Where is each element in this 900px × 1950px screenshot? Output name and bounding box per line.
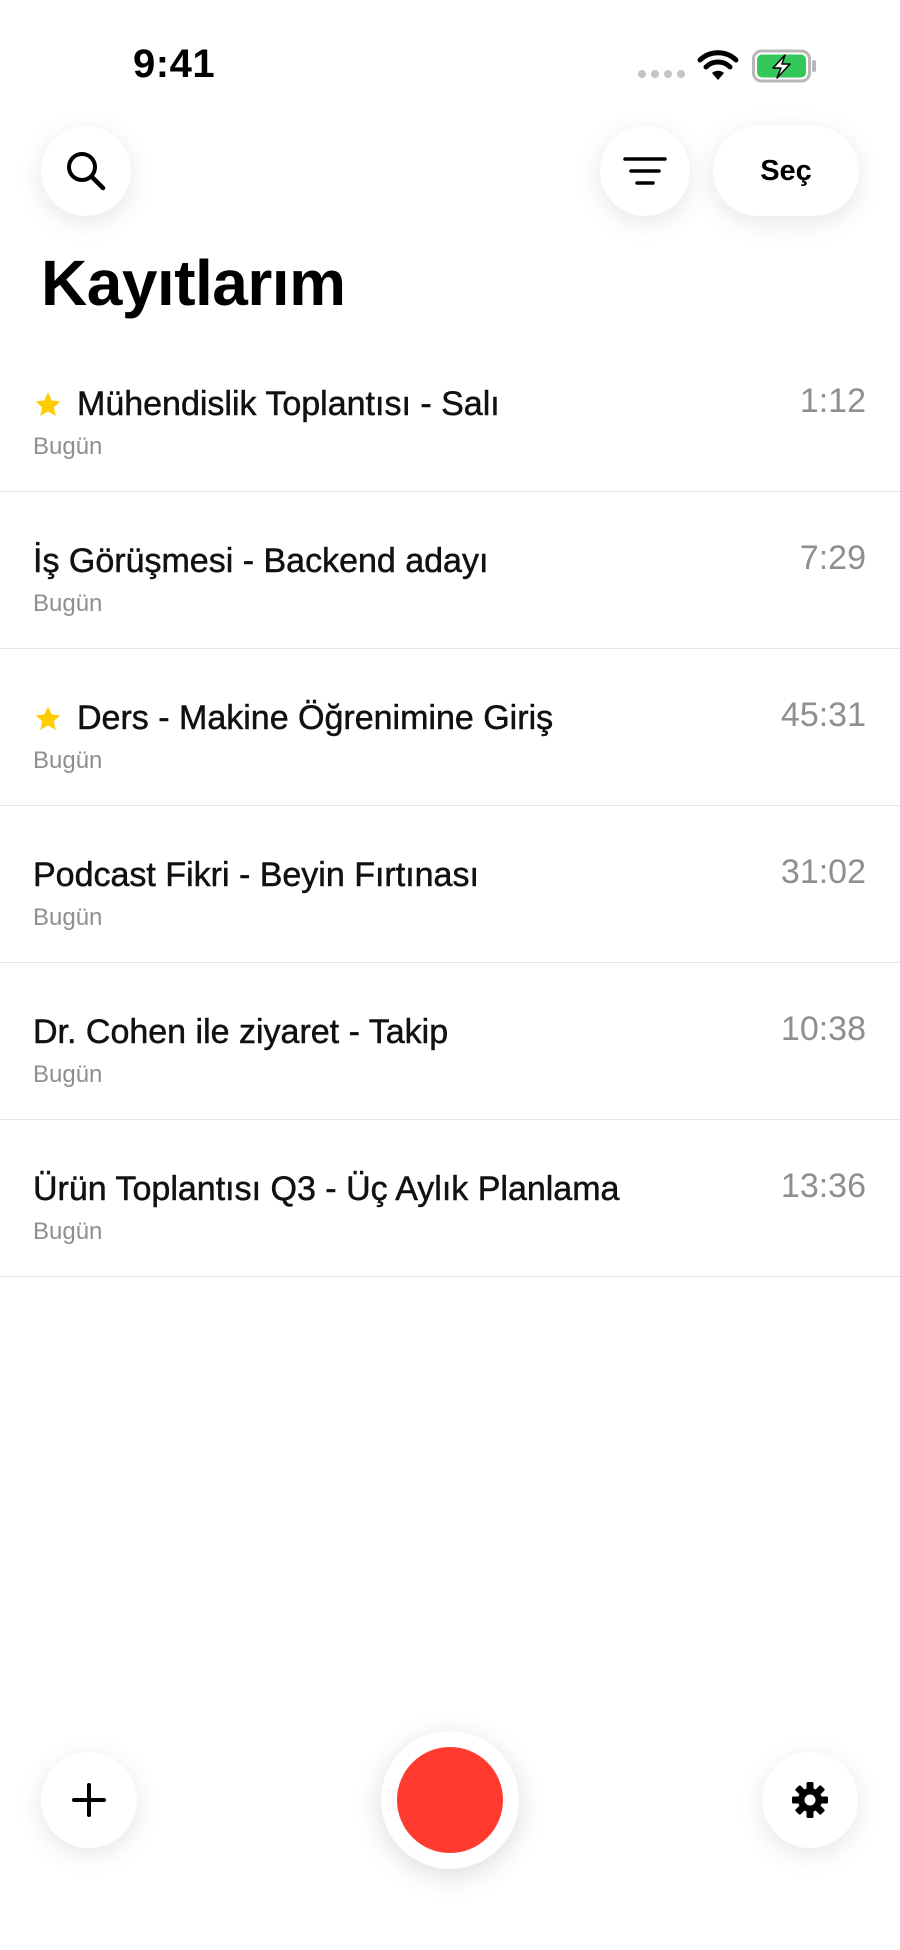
star-icon	[35, 705, 61, 730]
recording-title: Ürün Toplantısı Q3 - Üç Aylık Planlama	[33, 1170, 620, 1209]
search-icon	[67, 152, 106, 191]
recording-title: Mühendislik Toplantısı - Salı	[77, 385, 500, 424]
settings-button[interactable]	[762, 1752, 858, 1848]
status-time: 9:41	[133, 42, 216, 86]
recording-list: Mühendislik Toplantısı - Salı Bugün 1:12…	[0, 335, 900, 1277]
recording-duration: 10:38	[780, 1010, 866, 1048]
recording-item[interactable]: İş Görüşmesi - Backend adayı Bugün 7:29	[0, 492, 900, 649]
cellular-signal-icon	[638, 70, 685, 78]
recording-item[interactable]: Podcast Fikri - Beyin Fırtınası Bugün 31…	[0, 806, 900, 963]
recording-title-row: Mühendislik Toplantısı - Salı	[33, 385, 500, 424]
search-button[interactable]	[41, 126, 131, 216]
recording-date: Bugün	[33, 747, 103, 774]
wifi-icon	[697, 50, 739, 80]
recording-title-row: Ürün Toplantısı Q3 - Üç Aylık Planlama	[33, 1170, 620, 1209]
recording-item[interactable]: Ders - Makine Öğrenimine Giriş Bugün 45:…	[0, 649, 900, 806]
battery-charging-icon	[752, 49, 816, 83]
recording-date: Bugün	[33, 904, 103, 931]
status-bar: 9:41	[0, 0, 900, 130]
recording-duration: 45:31	[780, 696, 866, 734]
recording-date: Bugün	[33, 1061, 103, 1088]
recording-duration: 7:29	[799, 539, 866, 577]
plus-icon	[72, 1783, 106, 1817]
recording-title: Ders - Makine Öğrenimine Giriş	[77, 699, 554, 738]
recording-date: Bugün	[33, 590, 103, 617]
recording-title-row: Dr. Cohen ile ziyaret - Takip	[33, 1013, 449, 1052]
recording-title-row: İş Görüşmesi - Backend adayı	[33, 542, 489, 581]
recording-date: Bugün	[33, 433, 103, 460]
recording-item[interactable]: Ürün Toplantısı Q3 - Üç Aylık Planlama B…	[0, 1120, 900, 1277]
star-icon	[35, 391, 61, 416]
record-button[interactable]	[381, 1731, 519, 1869]
gear-icon	[792, 1782, 828, 1818]
filter-button[interactable]	[600, 126, 690, 216]
add-button[interactable]	[41, 1752, 137, 1848]
recording-title-row: Podcast Fikri - Beyin Fırtınası	[33, 856, 479, 895]
recording-title: Podcast Fikri - Beyin Fırtınası	[33, 856, 479, 895]
record-icon	[397, 1747, 503, 1853]
select-button[interactable]: Seç	[713, 126, 859, 216]
recording-title-row: Ders - Makine Öğrenimine Giriş	[33, 699, 553, 738]
recording-date: Bugün	[33, 1218, 103, 1245]
recording-title: Dr. Cohen ile ziyaret - Takip	[33, 1013, 449, 1052]
recording-duration: 31:02	[780, 853, 866, 891]
recording-item[interactable]: Mühendislik Toplantısı - Salı Bugün 1:12	[0, 335, 900, 492]
filter-lines-icon	[623, 157, 667, 185]
recording-title: İş Görüşmesi - Backend adayı	[33, 542, 489, 581]
page-title: Kayıtlarım	[41, 247, 346, 319]
recording-duration: 13:36	[780, 1167, 866, 1205]
recording-item[interactable]: Dr. Cohen ile ziyaret - Takip Bugün 10:3…	[0, 963, 900, 1120]
recording-duration: 1:12	[799, 382, 866, 420]
